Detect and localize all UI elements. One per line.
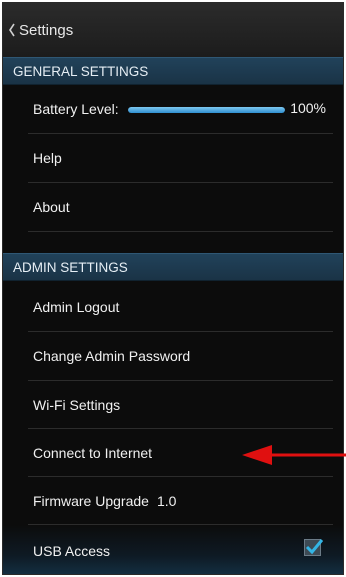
section-title-admin: ADMIN SETTINGS	[13, 259, 128, 275]
help-item[interactable]: Help	[3, 134, 343, 182]
red-arrow-annotation	[242, 445, 346, 465]
settings-back-button[interactable]: Settings	[3, 3, 343, 58]
change-admin-password-label: Change Admin Password	[33, 348, 191, 364]
section-header-admin: ADMIN SETTINGS	[3, 253, 343, 281]
battery-level-label: Battery Level:	[33, 101, 119, 117]
section-header-general: GENERAL SETTINGS	[3, 57, 343, 85]
usb-access-checkbox[interactable]	[304, 539, 324, 556]
wifi-settings-label: Wi-Fi Settings	[33, 397, 121, 413]
section-title-general: GENERAL SETTINGS	[13, 63, 149, 79]
wifi-settings-item[interactable]: Wi-Fi Settings	[3, 381, 343, 429]
firmware-version: 1.0	[156, 493, 177, 509]
connect-to-internet-label: Connect to Internet	[33, 445, 153, 461]
about-label: About	[33, 199, 70, 215]
admin-logout-item[interactable]: Admin Logout	[3, 283, 343, 331]
about-item[interactable]: About	[3, 183, 343, 231]
usb-access-label: USB Access	[33, 542, 111, 559]
admin-logout-label: Admin Logout	[33, 299, 120, 315]
checkmark-icon	[305, 539, 324, 555]
page-title: Settings	[19, 21, 74, 39]
firmware-upgrade-item[interactable]: Firmware Upgrade 1.0	[3, 477, 343, 525]
battery-level-fill	[128, 107, 285, 113]
battery-level-row: Battery Level: 100%	[3, 85, 343, 133]
settings-screen: Settings GENERAL SETTINGS Battery Level:…	[2, 2, 344, 575]
battery-level-value: 100%	[290, 100, 326, 116]
help-label: Help	[33, 150, 62, 166]
firmware-upgrade-label: Firmware Upgrade	[33, 493, 149, 509]
chevron-left-icon	[7, 21, 17, 39]
change-admin-password-item[interactable]: Change Admin Password	[3, 332, 343, 380]
divider	[28, 231, 333, 232]
usb-access-item[interactable]: USB Access	[3, 525, 343, 574]
battery-level-bar	[128, 107, 285, 113]
